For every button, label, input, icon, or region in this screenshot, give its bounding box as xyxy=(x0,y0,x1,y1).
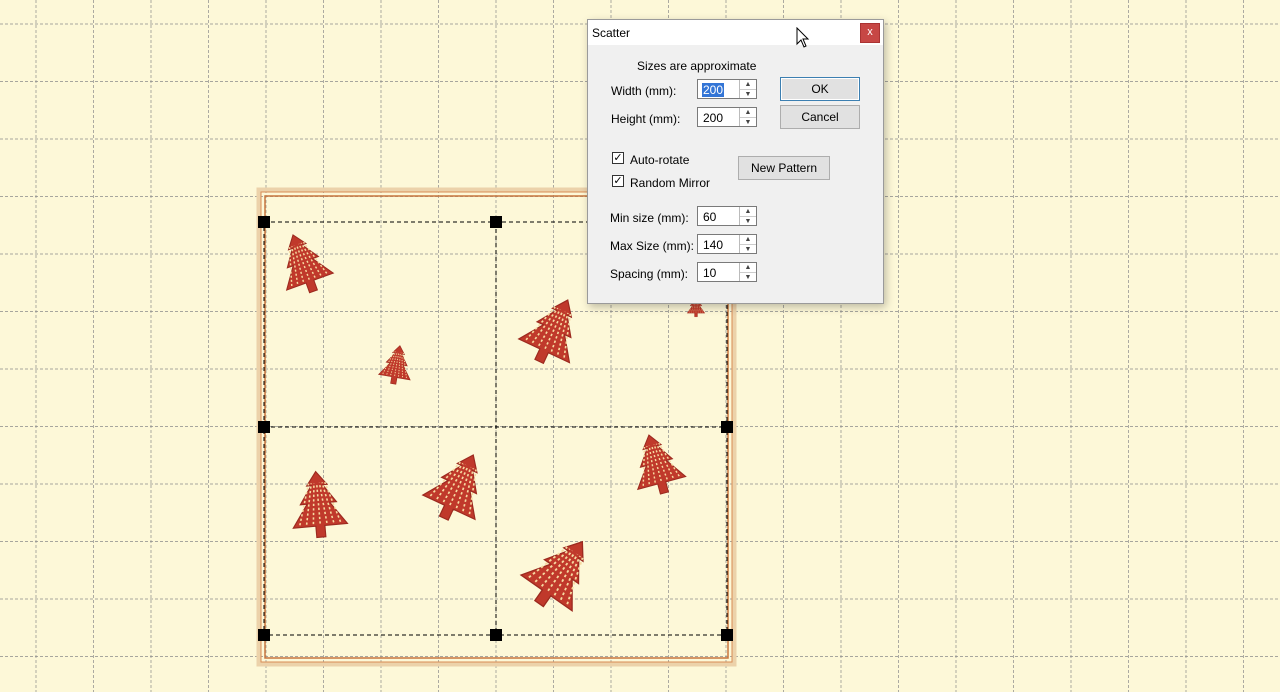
min-size-spinner[interactable]: ▲ ▼ xyxy=(739,207,756,225)
width-spinner[interactable]: ▲ ▼ xyxy=(739,80,756,98)
width-field[interactable]: 200 ▲ ▼ xyxy=(697,79,757,99)
scatter-dialog: Scatter x Sizes are approximate Width (m… xyxy=(587,19,884,304)
width-label: Width (mm): xyxy=(611,84,677,98)
christmas-tree-icon xyxy=(377,345,411,385)
spin-up-icon[interactable]: ▲ xyxy=(740,235,756,245)
selection-handle[interactable] xyxy=(258,216,270,228)
christmas-tree-icon xyxy=(292,470,349,539)
selection-handle[interactable] xyxy=(721,629,733,641)
dialog-titlebar[interactable]: Scatter x xyxy=(588,20,883,45)
max-size-value: 140 xyxy=(703,238,724,252)
selection-handle[interactable] xyxy=(490,629,502,641)
selection-handle[interactable] xyxy=(258,421,270,433)
ok-button[interactable]: OK xyxy=(780,77,860,101)
spacing-field[interactable]: 10 ▲ ▼ xyxy=(697,262,757,282)
selection-handle[interactable] xyxy=(490,216,502,228)
min-size-value: 60 xyxy=(703,210,717,224)
christmas-tree-icon xyxy=(519,540,584,613)
dialog-title: Scatter xyxy=(592,26,631,40)
spin-down-icon[interactable]: ▼ xyxy=(740,90,756,99)
max-size-spinner[interactable]: ▲ ▼ xyxy=(739,235,756,253)
christmas-tree-icon xyxy=(636,434,687,495)
min-size-field[interactable]: 60 ▲ ▼ xyxy=(697,206,757,226)
random-mirror-label: Random Mirror xyxy=(630,176,711,190)
spin-up-icon[interactable]: ▲ xyxy=(740,207,756,217)
spin-up-icon[interactable]: ▲ xyxy=(740,80,756,90)
close-button[interactable]: x xyxy=(860,23,880,43)
max-size-field[interactable]: 140 ▲ ▼ xyxy=(697,234,757,254)
spacing-label: Spacing (mm): xyxy=(610,267,689,281)
selection-handle[interactable] xyxy=(721,421,733,433)
new-pattern-button[interactable]: New Pattern xyxy=(738,156,830,180)
mouse-pointer-icon xyxy=(796,27,810,48)
auto-rotate-label: Auto-rotate xyxy=(630,153,690,167)
sizes-note: Sizes are approximate xyxy=(637,59,757,73)
spin-up-icon[interactable]: ▲ xyxy=(740,108,756,118)
cancel-button[interactable]: Cancel xyxy=(780,105,860,129)
spin-down-icon[interactable]: ▼ xyxy=(740,245,756,254)
height-label: Height (mm): xyxy=(611,112,681,126)
spin-down-icon[interactable]: ▼ xyxy=(740,217,756,226)
height-spinner[interactable]: ▲ ▼ xyxy=(739,108,756,126)
auto-rotate-checkbox[interactable]: ✓ xyxy=(612,152,624,164)
width-value: 200 xyxy=(702,83,725,97)
spacing-spinner[interactable]: ▲ ▼ xyxy=(739,263,756,281)
spin-down-icon[interactable]: ▼ xyxy=(740,273,756,282)
min-size-label: Min size (mm): xyxy=(610,211,689,225)
random-mirror-checkbox[interactable]: ✓ xyxy=(612,175,624,187)
selection-handle[interactable] xyxy=(258,629,270,641)
spin-up-icon[interactable]: ▲ xyxy=(740,263,756,273)
max-size-label: Max Size (mm): xyxy=(610,239,694,253)
height-value: 200 xyxy=(703,111,724,125)
spin-down-icon[interactable]: ▼ xyxy=(740,118,756,127)
spacing-value: 10 xyxy=(703,266,717,280)
christmas-tree-icon xyxy=(285,234,335,294)
christmas-tree-icon xyxy=(421,454,478,521)
height-field[interactable]: 200 ▲ ▼ xyxy=(697,107,757,127)
